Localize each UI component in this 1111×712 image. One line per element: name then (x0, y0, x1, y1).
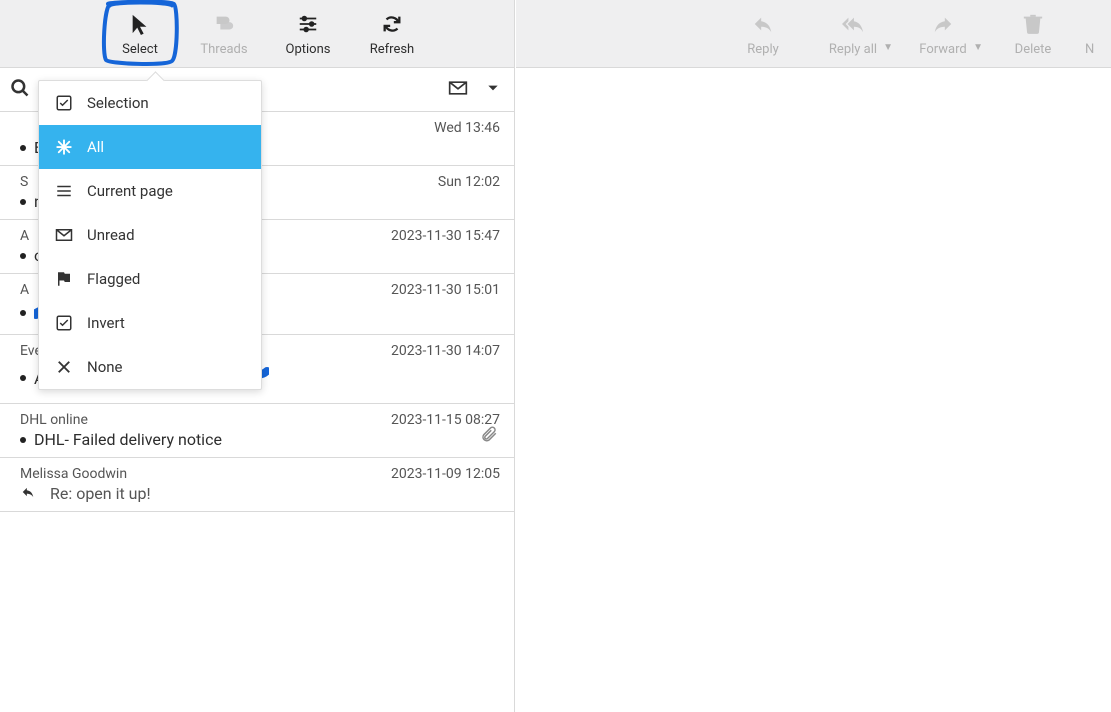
next-icon (1085, 11, 1111, 37)
refresh-button[interactable]: Refresh (360, 2, 424, 66)
list-sort-caret-icon[interactable] (486, 81, 500, 99)
message-sender: A (20, 282, 29, 298)
cursor-arrow-icon (126, 11, 154, 37)
next-button-clipped[interactable]: N (1085, 2, 1105, 66)
delete-label: Delete (1015, 42, 1052, 57)
reply-icon (749, 11, 777, 37)
attachment-icon (480, 425, 498, 447)
none-label: None (87, 358, 123, 376)
forward-icon (929, 11, 957, 37)
message-date: 2023-11-30 14:07 (391, 343, 500, 359)
reply-all-button[interactable]: Reply all ▼ (815, 2, 891, 66)
all-label: All (87, 138, 104, 156)
refresh-icon (378, 11, 406, 37)
select-label: Select (122, 42, 158, 57)
unread-indicator-icon (20, 375, 26, 381)
unread-indicator-icon (20, 253, 26, 259)
message-sender: S (20, 174, 28, 190)
message-meta: DHL online2023-11-15 08:27 (20, 412, 500, 428)
search-icon[interactable] (10, 78, 30, 102)
threads-button[interactable]: Threads (192, 2, 256, 66)
message-date: 2023-11-30 15:01 (391, 282, 500, 298)
list-toolbar: Select Threads Options Refresh (0, 0, 515, 68)
delete-button[interactable]: Delete (995, 2, 1071, 66)
options-label: Options (286, 42, 331, 57)
message-sender: A (20, 228, 29, 244)
current-page-label: Current page (87, 182, 173, 200)
threads-icon (210, 11, 238, 37)
selection-menu-flagged[interactable]: Flagged (39, 257, 261, 301)
selection-menu-none[interactable]: None (39, 345, 261, 389)
message-subject: DHL- Failed delivery notice (34, 430, 222, 449)
reply-indicator-icon (20, 484, 36, 503)
reply-all-label: Reply all (829, 42, 877, 57)
list-type-icon[interactable] (448, 80, 468, 100)
message-row[interactable]: DHL online2023-11-15 08:27 DHL- Failed de… (0, 404, 514, 458)
unread-indicator-icon (20, 437, 26, 443)
reply-all-icon (839, 11, 867, 37)
selection-menu-selection[interactable]: Selection (39, 81, 261, 125)
selection-menu-current-page[interactable]: Current page (39, 169, 261, 213)
unread-indicator-icon (20, 145, 26, 151)
message-meta: Melissa Goodwin 2023-11-09 12:05 (20, 466, 500, 482)
trash-icon (1019, 11, 1047, 37)
forward-button[interactable]: Forward ▼ (905, 2, 981, 66)
reply-button[interactable]: Reply (725, 2, 801, 66)
message-subject: Re: open it up! (50, 484, 151, 503)
selection-menu-unread[interactable]: Unread (39, 213, 261, 257)
selection-menu-all[interactable]: All (39, 125, 261, 169)
message-subject-row: DHL- Failed delivery notice (20, 430, 500, 449)
reply-all-caret-icon[interactable]: ▼ (883, 42, 893, 53)
unread-label: Unread (87, 226, 135, 244)
forward-label: Forward (919, 42, 966, 57)
selection-label: Selection (87, 94, 149, 112)
selection-dropdown: Selection All Current page Unread Flagge… (38, 80, 262, 390)
message-toolbar: Reply Reply all ▼ Forward ▼ Delete N (516, 0, 1111, 68)
content-pane (516, 68, 1111, 712)
message-date: Wed 13:46 (434, 120, 500, 136)
sliders-icon (294, 11, 322, 37)
options-button[interactable]: Options (276, 2, 340, 66)
message-subject-row: Re: open it up! (20, 484, 500, 503)
next-label: N (1085, 42, 1094, 57)
threads-label: Threads (200, 42, 247, 57)
message-date: 2023-11-09 12:05 (391, 466, 500, 482)
message-date: Sun 12:02 (438, 174, 500, 190)
message-row[interactable]: Melissa Goodwin 2023-11-09 12:05 Re: open … (0, 458, 514, 512)
forward-caret-icon[interactable]: ▼ (973, 42, 983, 53)
invert-label: Invert (87, 314, 125, 332)
flagged-label: Flagged (87, 270, 140, 288)
select-button[interactable]: Select (108, 2, 172, 66)
message-date: 2023-11-30 15:47 (391, 228, 500, 244)
unread-indicator-icon (20, 310, 26, 316)
unread-indicator-icon (20, 199, 26, 205)
message-sender: Melissa Goodwin (20, 466, 127, 482)
reply-label: Reply (747, 42, 779, 57)
refresh-label: Refresh (370, 42, 414, 57)
message-sender: DHL online (20, 412, 88, 428)
selection-menu-invert[interactable]: Invert (39, 301, 261, 345)
